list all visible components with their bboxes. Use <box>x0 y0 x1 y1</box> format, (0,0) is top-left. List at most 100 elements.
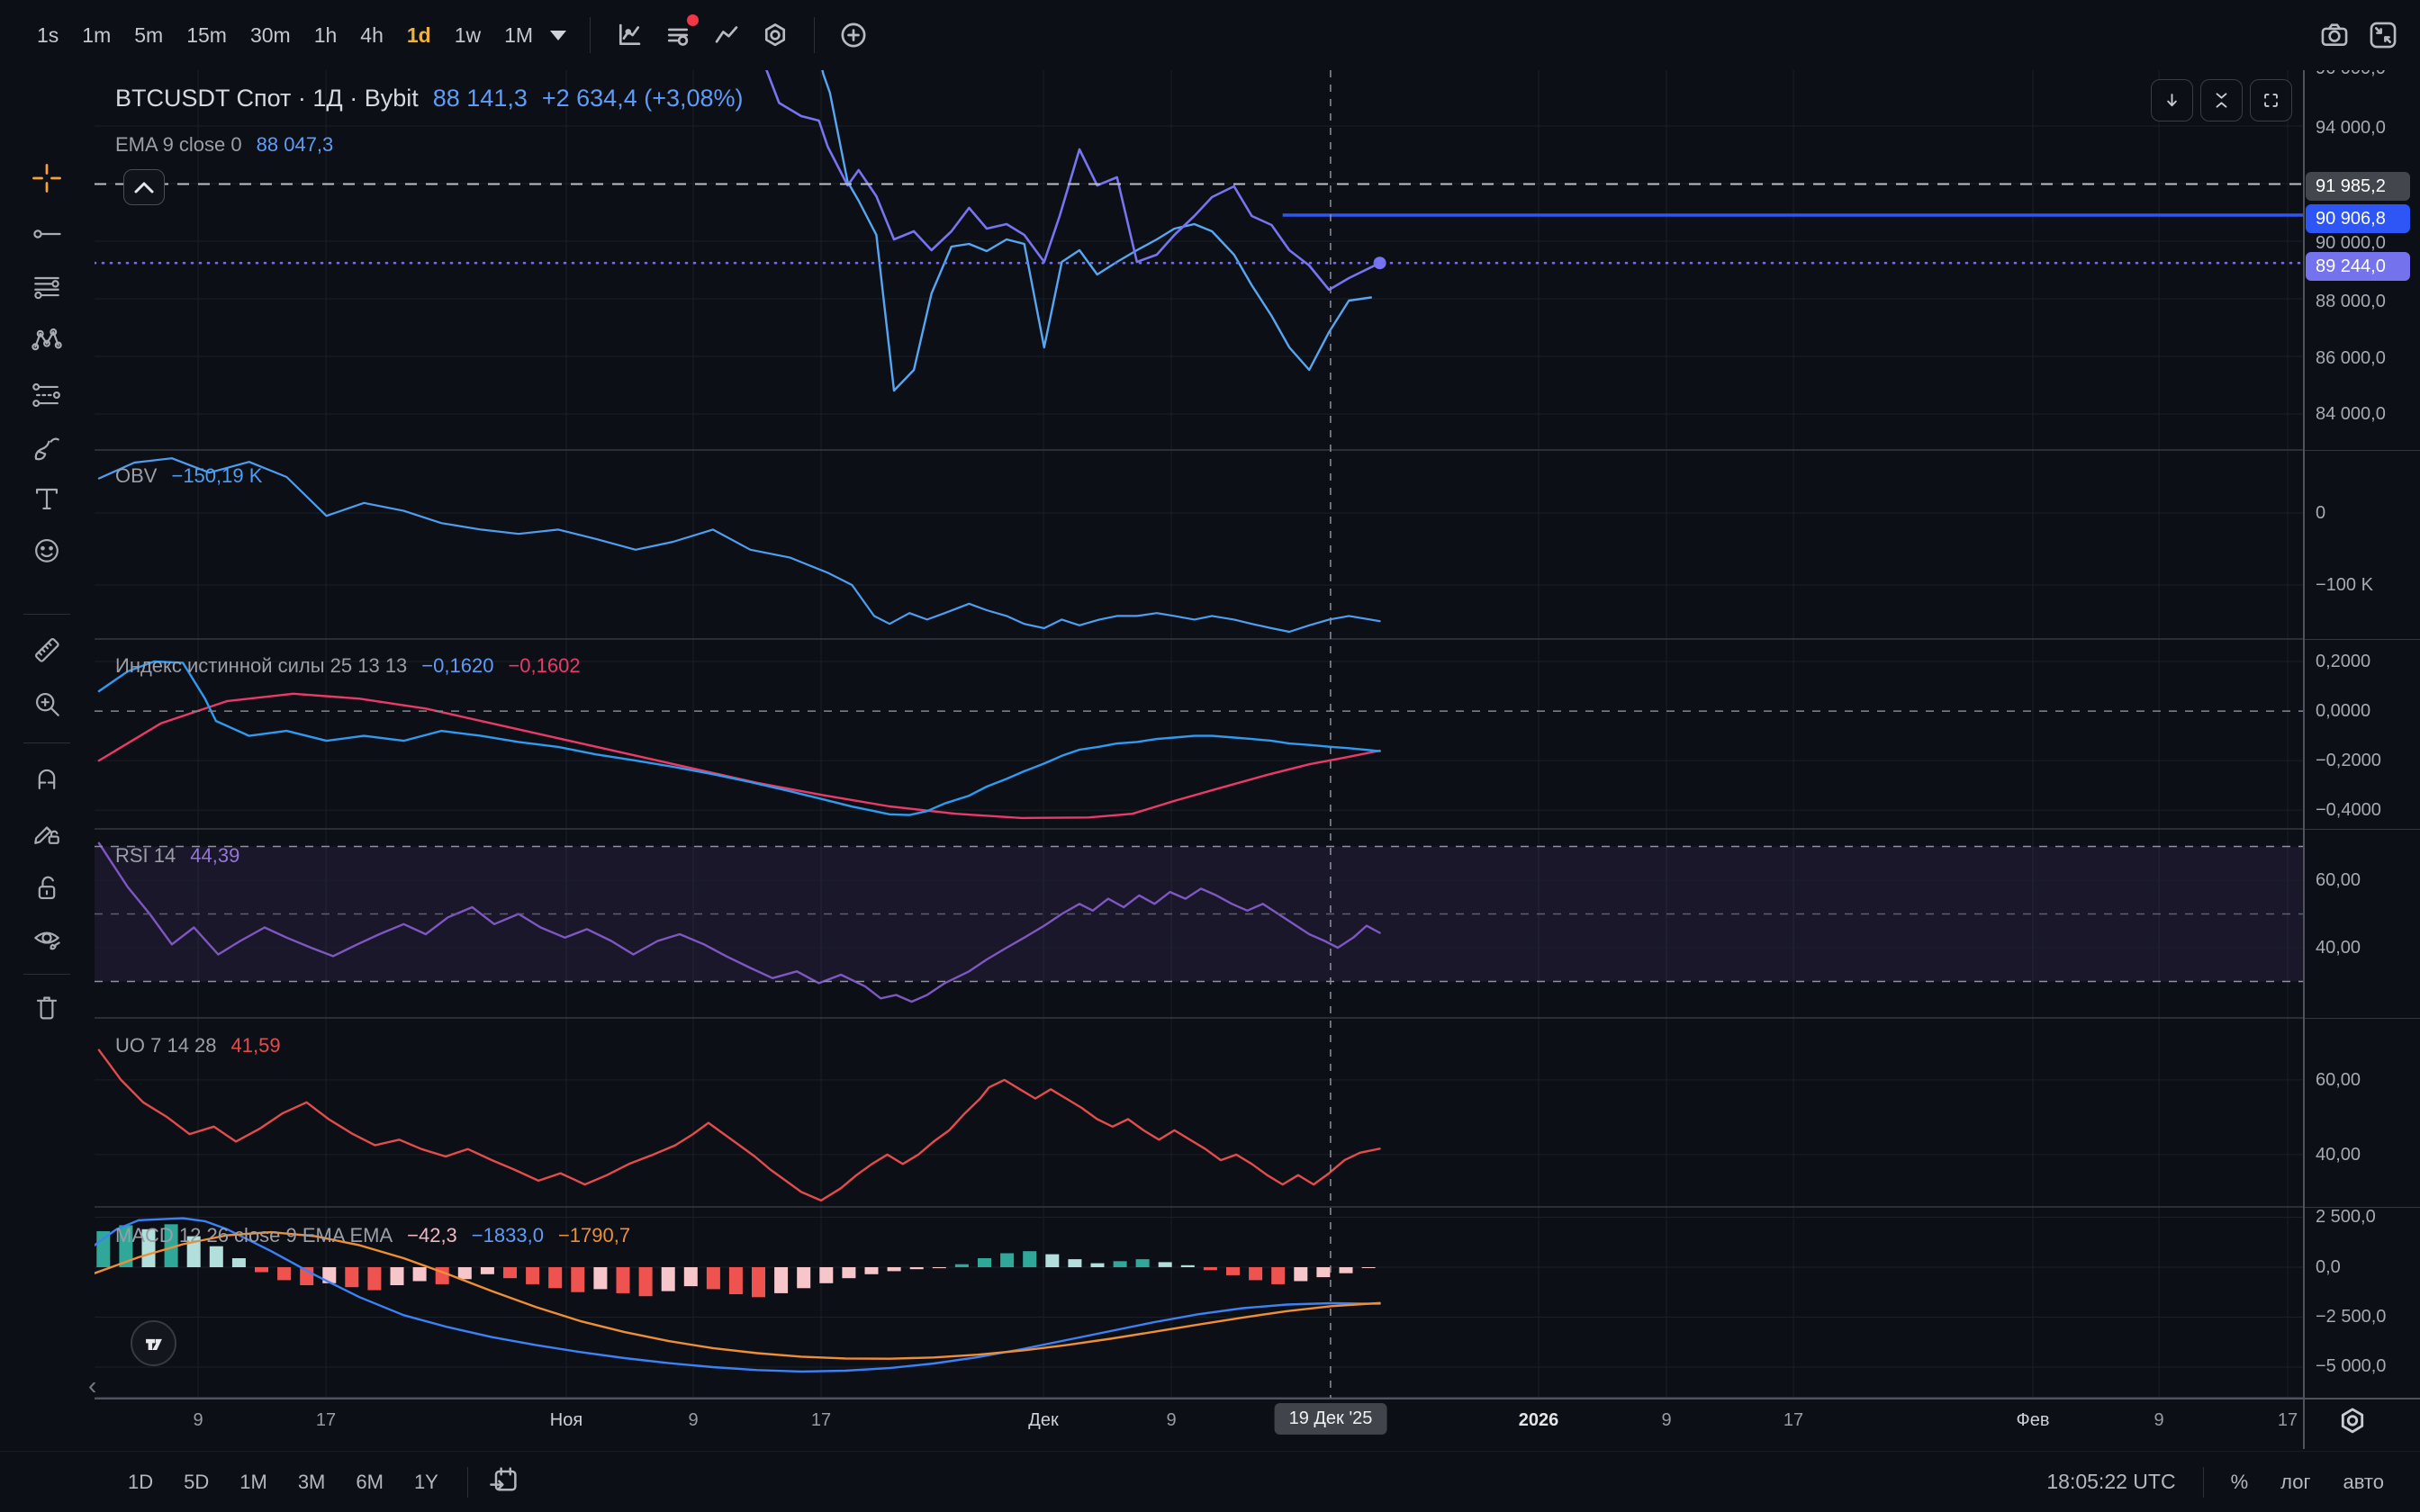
price-axis[interactable]: 96 000,094 000,091 985,290 906,890 000,0… <box>2303 70 2420 1398</box>
lock-drawings-button[interactable] <box>23 865 70 912</box>
fib-retracement-icon <box>29 266 65 308</box>
timeframe-1s[interactable]: 1s <box>25 16 70 55</box>
maximize-pane-button[interactable] <box>2250 79 2292 122</box>
hide-drawings-button[interactable] <box>23 915 70 962</box>
minimize-icon <box>2366 18 2400 52</box>
ema-legend-label[interactable]: EMA 9 close 0 <box>115 133 242 157</box>
brush-tool-button[interactable] <box>23 425 70 472</box>
time-axis-label: 9 <box>193 1410 203 1431</box>
percent-scale-button[interactable]: % <box>2218 1463 2262 1501</box>
range-1D[interactable]: 1D <box>115 1463 166 1501</box>
timeframe-5m[interactable]: 5m <box>122 16 175 55</box>
clock[interactable]: 18:05:22 UTC <box>2046 1470 2188 1494</box>
obv-legend-label[interactable]: OBV <box>115 464 157 488</box>
pane-divider <box>2303 450 2420 451</box>
timeframe-1h[interactable]: 1h <box>302 16 349 55</box>
timeframe-1m[interactable]: 1m <box>70 16 122 55</box>
emoji-tool-button[interactable] <box>23 526 70 573</box>
measure-tool-button[interactable] <box>23 626 70 673</box>
collapse-watchlist-chevron[interactable]: ‹ <box>88 1372 96 1400</box>
screenshot-button[interactable] <box>2310 11 2359 59</box>
timeframe-1M[interactable]: 1M <box>492 16 545 55</box>
chart-style-icon <box>614 20 645 50</box>
macd-signal-value: −1790,7 <box>558 1224 630 1247</box>
price-axis-label: −0,4000 <box>2316 796 2381 824</box>
chart-style-button[interactable] <box>605 11 654 59</box>
position-tool-button[interactable] <box>23 372 70 418</box>
zoom-in-tool-button[interactable] <box>23 680 70 727</box>
exit-fullscreen-button[interactable] <box>2359 11 2407 59</box>
macd-line-value: −1833,0 <box>472 1224 544 1247</box>
trendline-tool-button[interactable] <box>23 211 70 257</box>
timeframe-30m[interactable]: 30m <box>239 16 302 55</box>
text-tool-button[interactable] <box>23 475 70 522</box>
pane-divider <box>2303 1018 2420 1019</box>
chart-settings-button[interactable] <box>751 11 799 59</box>
uo-legend-value: 41,59 <box>231 1034 281 1058</box>
fib-retracement-tool-button[interactable] <box>23 264 70 310</box>
timeframe-dropdown-caret[interactable] <box>550 31 566 40</box>
range-1Y[interactable]: 1Y <box>402 1463 451 1501</box>
bottom-toolbar: 1D5D1M3M6M1Y 18:05:22 UTC % лог авто <box>0 1451 2420 1512</box>
tradingview-logo[interactable] <box>131 1320 176 1366</box>
collapse-vertical-icon <box>2207 79 2236 122</box>
add-icon <box>838 20 869 50</box>
xabcd-pattern-tool-button[interactable] <box>23 317 70 364</box>
range-1M[interactable]: 1M <box>227 1463 280 1501</box>
position-tool-icon <box>29 374 65 416</box>
tradingview-logo-icon <box>141 1331 167 1356</box>
rsi-legend-label[interactable]: RSI 14 <box>115 844 176 868</box>
xabcd-pattern-icon <box>29 320 65 361</box>
price-axis-label: 0,0 <box>2316 1254 2341 1281</box>
chevron-up-icon <box>131 177 158 197</box>
price-axis-label: −100 K <box>2316 572 2373 598</box>
scroll-to-recent-button[interactable] <box>2151 79 2193 122</box>
range-6M[interactable]: 6M <box>343 1463 396 1501</box>
timeframe-4h[interactable]: 4h <box>348 16 395 55</box>
crosshair-icon <box>29 158 65 199</box>
price-axis-label: 0,0000 <box>2316 698 2370 724</box>
magnet-mode-button[interactable] <box>23 755 70 802</box>
range-3M[interactable]: 3M <box>285 1463 339 1501</box>
price-axis-label: 94 000,0 <box>2316 114 2386 141</box>
maximize-icon <box>2256 79 2286 122</box>
uo-legend-label[interactable]: UO 7 14 28 <box>115 1034 217 1058</box>
timeframe-group: 1s1m5m15m30m1h4h1d1w1M <box>25 16 545 55</box>
toolbar-divider <box>590 17 591 53</box>
range-5D[interactable]: 5D <box>171 1463 221 1501</box>
auto-scale-button[interactable]: авто <box>2330 1463 2397 1501</box>
add-button[interactable] <box>829 11 878 59</box>
timeframe-15m[interactable]: 15m <box>175 16 239 55</box>
goto-date-button[interactable] <box>475 1456 533 1508</box>
macd-legend-label[interactable]: MACD 12 26 close 9 EMA EMA <box>115 1224 393 1247</box>
indicators-button[interactable] <box>654 11 702 59</box>
time-axis-label: Ноя <box>550 1410 582 1431</box>
log-scale-button[interactable]: лог <box>2268 1463 2323 1501</box>
price-axis-label: −0,2000 <box>2316 747 2381 774</box>
time-axis-label: 17 <box>316 1410 336 1431</box>
chart-canvas[interactable] <box>95 70 2303 1398</box>
collapse-pane-button[interactable] <box>2200 79 2243 122</box>
bottom-divider <box>2203 1467 2204 1498</box>
time-axis[interactable]: 917Ноя917Дек92026917Фев91719 Дек '25 <box>95 1400 2303 1449</box>
timeframe-1w[interactable]: 1w <box>443 16 492 55</box>
time-axis-label: 17 <box>1783 1410 1803 1431</box>
price-axis-border <box>2303 70 2305 1449</box>
axis-settings-button[interactable] <box>2335 1404 2370 1443</box>
price-axis-label: 0 <box>2316 500 2325 526</box>
collapse-line-button[interactable] <box>123 169 165 205</box>
chart-area[interactable]: BTCUSDT Спот · 1Д · Bybit 88 141,3 +2 63… <box>95 70 2303 1398</box>
compare-button[interactable] <box>702 11 751 59</box>
rail-divider <box>23 742 70 743</box>
last-price: 88 141,3 <box>433 85 528 112</box>
price-axis-label: 60,00 <box>2316 867 2361 894</box>
crosshair-tool-button[interactable] <box>23 155 70 202</box>
arrow-down-icon <box>2157 79 2187 122</box>
symbol-title[interactable]: BTCUSDT Спот · 1Д · Bybit <box>115 85 419 112</box>
price-axis-label: 96 000,0 <box>2316 70 2386 82</box>
time-axis-label: 9 <box>2154 1410 2163 1431</box>
tsi-legend-label[interactable]: Индекс истинной силы 25 13 13 <box>115 654 407 678</box>
remove-drawings-button[interactable] <box>23 985 70 1031</box>
drawing-mode-button[interactable] <box>23 809 70 856</box>
timeframe-1d[interactable]: 1d <box>395 16 443 55</box>
